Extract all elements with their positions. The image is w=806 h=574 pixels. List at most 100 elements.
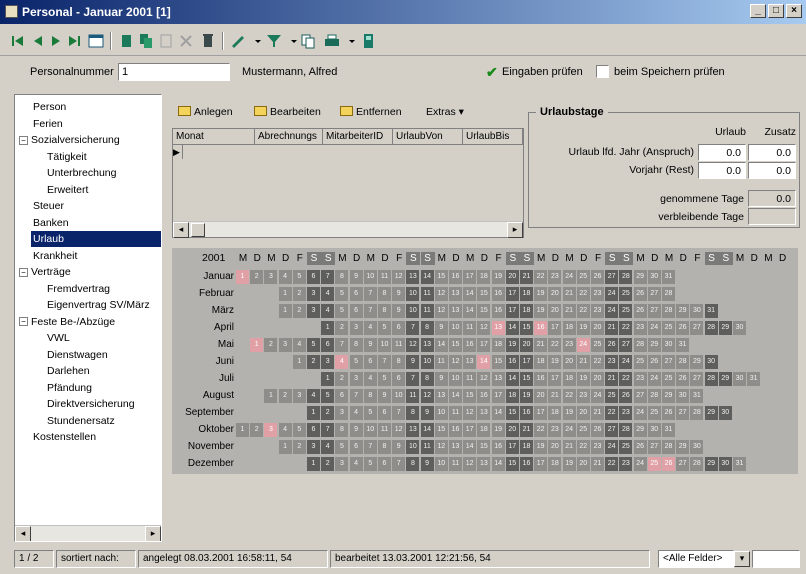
tree-item[interactable]: Darlehen (45, 363, 92, 379)
calendar-day[interactable]: 22 (576, 287, 590, 301)
first-record-icon[interactable] (8, 31, 28, 51)
calendar-day[interactable]: 21 (591, 457, 604, 471)
calendar-day[interactable]: 22 (591, 355, 604, 369)
calendar-day[interactable]: 4 (321, 440, 335, 454)
calendar-day[interactable]: 24 (647, 321, 661, 335)
calendar-day[interactable]: 12 (420, 389, 434, 403)
calendar-day[interactable]: 21 (562, 287, 576, 301)
calendar-day[interactable]: 20 (534, 389, 548, 403)
calendar-day[interactable]: 25 (576, 423, 590, 437)
tree-item[interactable]: Dienstwagen (45, 347, 110, 363)
calendar-day[interactable]: 2 (307, 355, 320, 369)
tree-item[interactable]: Direktversicherung (45, 396, 137, 412)
calendar-day[interactable]: 7 (335, 338, 349, 352)
calendar-day[interactable]: 8 (349, 338, 363, 352)
calendar-day[interactable]: 17 (505, 287, 519, 301)
calendar-day[interactable]: 10 (363, 423, 377, 437)
calendar-day[interactable]: 6 (349, 304, 363, 318)
calendar-day[interactable]: 18 (477, 423, 491, 437)
calendar-day[interactable]: 2 (321, 457, 335, 471)
calendar-day[interactable]: 15 (477, 287, 491, 301)
calendar-day[interactable]: 19 (576, 372, 590, 386)
previous-year-zusatz-input[interactable]: 0.0 (748, 162, 796, 179)
calendar-day[interactable]: 8 (420, 321, 434, 335)
calendar-day[interactable]: 14 (420, 423, 434, 437)
calendar-day[interactable]: 28 (662, 304, 675, 318)
calendar-day[interactable]: 11 (449, 406, 462, 420)
calendar-day[interactable]: 23 (633, 372, 647, 386)
col-abrechnung[interactable]: Abrechnungs (255, 129, 323, 145)
calendar-day[interactable]: 18 (520, 440, 533, 454)
calendar-day[interactable]: 15 (505, 457, 519, 471)
calendar-day[interactable]: 6 (321, 338, 335, 352)
calendar-day[interactable]: 14 (420, 270, 434, 284)
calendar-day[interactable]: 23 (633, 321, 647, 335)
filter-dropdown-icon[interactable] (284, 31, 297, 51)
calendar-day[interactable]: 23 (548, 270, 562, 284)
calendar-day[interactable]: 14 (505, 372, 519, 386)
calendar-day[interactable]: 5 (363, 406, 377, 420)
calendar-day[interactable]: 18 (477, 270, 491, 284)
calendar-day[interactable]: 1 (236, 270, 249, 284)
calendar-day[interactable]: 13 (491, 321, 505, 335)
edit-dropdown-icon[interactable] (248, 31, 261, 51)
calendar-day[interactable]: 25 (576, 270, 590, 284)
delete-icon[interactable] (156, 31, 176, 51)
tree-item[interactable]: − Verträge (17, 264, 73, 280)
tree-item[interactable]: Fremdvertrag (45, 281, 112, 297)
calendar-day[interactable]: 2 (335, 321, 349, 335)
calendar-day[interactable]: 17 (463, 423, 477, 437)
calendar-day[interactable]: 2 (250, 423, 264, 437)
calendar-day[interactable]: 21 (562, 304, 576, 318)
calendar-day[interactable]: 8 (406, 406, 420, 420)
calendar-day[interactable]: 29 (704, 457, 718, 471)
print-dropdown-icon[interactable] (342, 31, 355, 51)
calendar-day[interactable]: 4 (321, 287, 335, 301)
calendar-day[interactable]: 12 (392, 423, 406, 437)
calendar-day[interactable]: 24 (647, 372, 661, 386)
calendar-day[interactable]: 29 (633, 270, 647, 284)
calendar-day[interactable]: 6 (392, 372, 406, 386)
calendar-day[interactable]: 3 (264, 270, 278, 284)
calendar-day[interactable]: 8 (378, 287, 391, 301)
extras-menu[interactable]: Extras ▾ (426, 106, 464, 118)
entitlement-zusatz-input[interactable]: 0.0 (748, 144, 796, 161)
calendar-day[interactable]: 4 (321, 304, 335, 318)
calendar-day[interactable]: 4 (292, 338, 306, 352)
calendar-day[interactable]: 25 (619, 440, 633, 454)
calendar-day[interactable]: 1 (236, 423, 249, 437)
calendar-day[interactable]: 3 (278, 338, 292, 352)
calendar-day[interactable]: 7 (392, 406, 406, 420)
calendar-day[interactable]: 22 (605, 406, 619, 420)
calendar-day[interactable]: 31 (733, 457, 746, 471)
calendar-day[interactable]: 12 (463, 457, 477, 471)
calendar-day[interactable]: 20 (505, 270, 519, 284)
calendar-day[interactable]: 29 (676, 304, 690, 318)
calendar-day[interactable]: 11 (420, 304, 434, 318)
calendar-day[interactable]: 30 (704, 355, 718, 369)
calendar-day[interactable]: 6 (307, 270, 320, 284)
calendar-day[interactable]: 24 (562, 423, 576, 437)
calendar-day[interactable]: 27 (633, 389, 647, 403)
calendar-day[interactable]: 14 (463, 440, 477, 454)
calendar-day[interactable]: 6 (378, 457, 391, 471)
calendar-day[interactable]: 17 (477, 338, 491, 352)
calendar-day[interactable]: 25 (605, 389, 619, 403)
calendar-day[interactable]: 20 (591, 372, 604, 386)
calendar-day[interactable]: 18 (548, 457, 562, 471)
minimize-button[interactable]: _ (750, 4, 766, 18)
calendar-day[interactable]: 14 (505, 321, 519, 335)
calendar-day[interactable]: 1 (264, 389, 278, 403)
calendar-day[interactable]: 5 (335, 304, 349, 318)
calendar-day[interactable]: 3 (349, 372, 363, 386)
calendar-day[interactable]: 4 (307, 389, 320, 403)
calendar-day[interactable]: 7 (363, 304, 377, 318)
tree-item[interactable]: Kostenstellen (31, 429, 98, 445)
calendar-day[interactable]: 25 (662, 321, 675, 335)
grid-scroll-right[interactable]: ▸ (507, 222, 523, 238)
col-urlaubvon[interactable]: UrlaubVon (393, 129, 463, 145)
calendar-day[interactable]: 9 (392, 304, 406, 318)
calendar-day[interactable]: 19 (562, 457, 576, 471)
calendar-day[interactable]: 23 (619, 406, 633, 420)
calendar-day[interactable]: 1 (321, 321, 335, 335)
